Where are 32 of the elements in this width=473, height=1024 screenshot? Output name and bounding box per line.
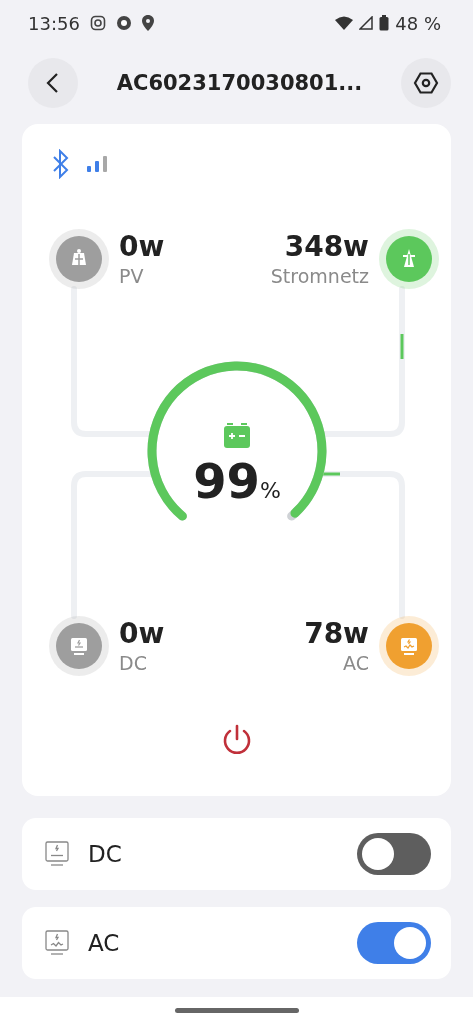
device-title: AC6023170030801... bbox=[116, 70, 363, 95]
browser-icon bbox=[115, 15, 132, 32]
toggle-switch[interactable] bbox=[357, 922, 431, 965]
settings-button[interactable] bbox=[401, 57, 451, 108]
bluetooth-icon bbox=[52, 148, 70, 179]
node-label: DC bbox=[119, 650, 147, 675]
power-value: 0w bbox=[119, 616, 165, 651]
wifi-icon bbox=[335, 16, 354, 31]
home-indicator[interactable] bbox=[174, 1007, 299, 1013]
power-value: 348w bbox=[284, 229, 369, 264]
toggle-switch[interactable] bbox=[357, 832, 431, 875]
percent-unit: % bbox=[259, 477, 281, 503]
signal-bars-icon bbox=[86, 154, 108, 173]
battery-reading: 99 bbox=[193, 454, 260, 507]
back-button[interactable] bbox=[28, 57, 78, 108]
monitor-bolt-icon bbox=[44, 839, 70, 868]
signal-icon bbox=[359, 16, 374, 31]
node-label: AC bbox=[343, 650, 369, 675]
settings-icon bbox=[413, 69, 439, 96]
power-value: 78w bbox=[304, 616, 369, 651]
power-value: 0w bbox=[119, 229, 165, 264]
node-label: Stromnetz bbox=[270, 263, 369, 288]
battery-icon bbox=[223, 422, 251, 449]
battery-percent: 48 % bbox=[395, 12, 441, 34]
switch-label: AC bbox=[88, 930, 121, 957]
location-icon bbox=[141, 15, 154, 32]
monitor-bolt-icon bbox=[44, 929, 70, 958]
node-label: PV bbox=[119, 263, 144, 288]
battery-icon bbox=[379, 15, 390, 32]
camera-icon bbox=[89, 15, 106, 32]
switch-label: DC bbox=[88, 840, 123, 867]
status-time: 13:56 bbox=[28, 12, 80, 34]
